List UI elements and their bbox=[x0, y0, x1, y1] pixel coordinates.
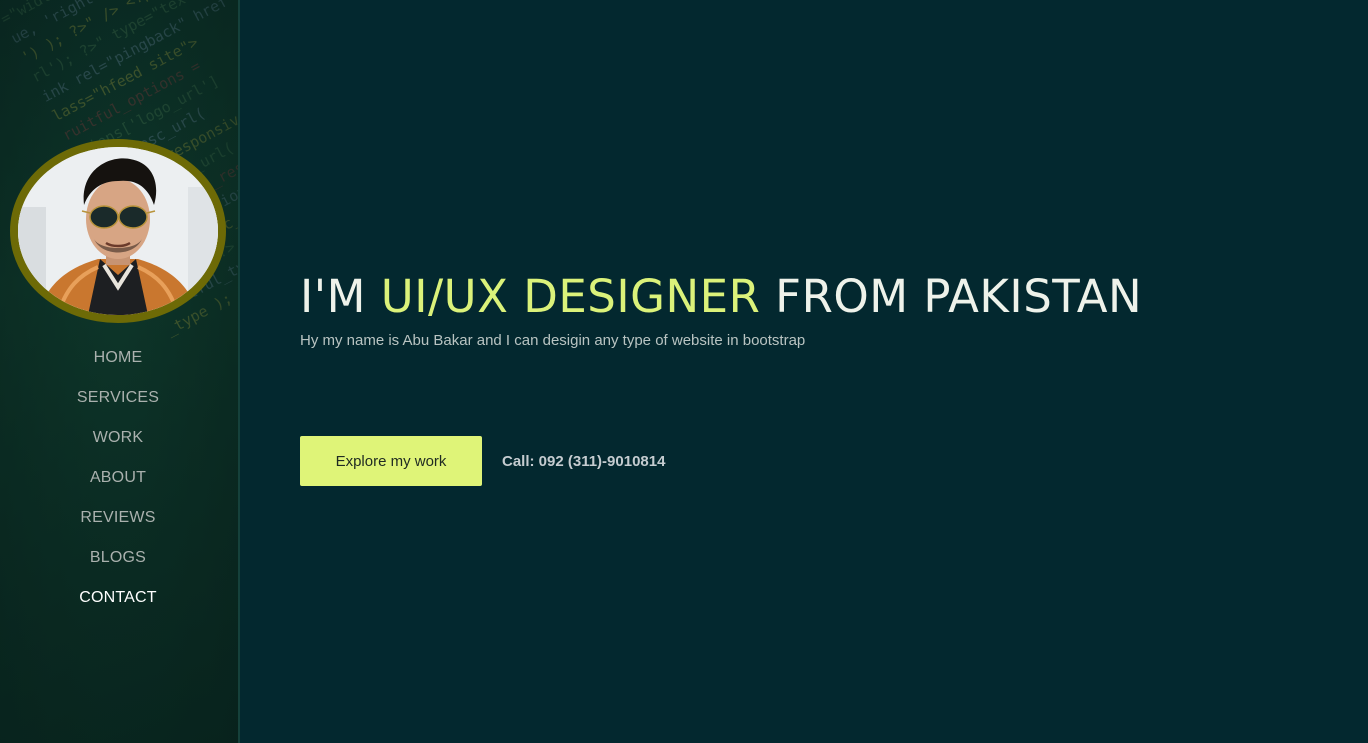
nav-item-work[interactable]: WORK bbox=[0, 418, 236, 458]
hero: I'M UI/UX DESIGNER FROM PAKISTAN Hy my n… bbox=[300, 268, 1200, 349]
hero-actions: Explore my work Call: 092 (311)-9010814 bbox=[300, 436, 665, 486]
page: ); ?>> 'charset' ); ?>" /> ="width=devic… bbox=[0, 0, 1368, 743]
nav-item-services[interactable]: SERVICES bbox=[0, 378, 236, 418]
hero-heading: I'M UI/UX DESIGNER FROM PAKISTAN bbox=[300, 268, 1200, 326]
nav-item-home[interactable]: HOME bbox=[0, 338, 236, 378]
hero-lead: Hy my name is Abu Bakar and I can desigi… bbox=[300, 332, 806, 349]
heading-prefix: I'M bbox=[300, 270, 381, 323]
explore-work-button[interactable]: Explore my work bbox=[300, 436, 482, 486]
avatar-photo bbox=[18, 147, 218, 315]
sidebar: ); ?>> 'charset' ); ?>" /> ="width=devic… bbox=[0, 0, 240, 743]
avatar bbox=[18, 147, 218, 315]
nav-item-reviews[interactable]: REVIEWS bbox=[0, 498, 236, 538]
nav-item-about[interactable]: ABOUT bbox=[0, 458, 236, 498]
heading-suffix: FROM PAKISTAN bbox=[760, 270, 1143, 323]
nav-item-contact[interactable]: CONTACT bbox=[0, 578, 236, 618]
nav-item-blogs[interactable]: BLOGS bbox=[0, 538, 236, 578]
sidebar-nav: HOME SERVICES WORK ABOUT REVIEWS BLOGS C… bbox=[0, 338, 236, 618]
avatar-ring bbox=[10, 139, 226, 323]
call-phone-text: Call: 092 (311)-9010814 bbox=[502, 452, 666, 470]
heading-accent: UI/UX DESIGNER bbox=[380, 270, 761, 323]
